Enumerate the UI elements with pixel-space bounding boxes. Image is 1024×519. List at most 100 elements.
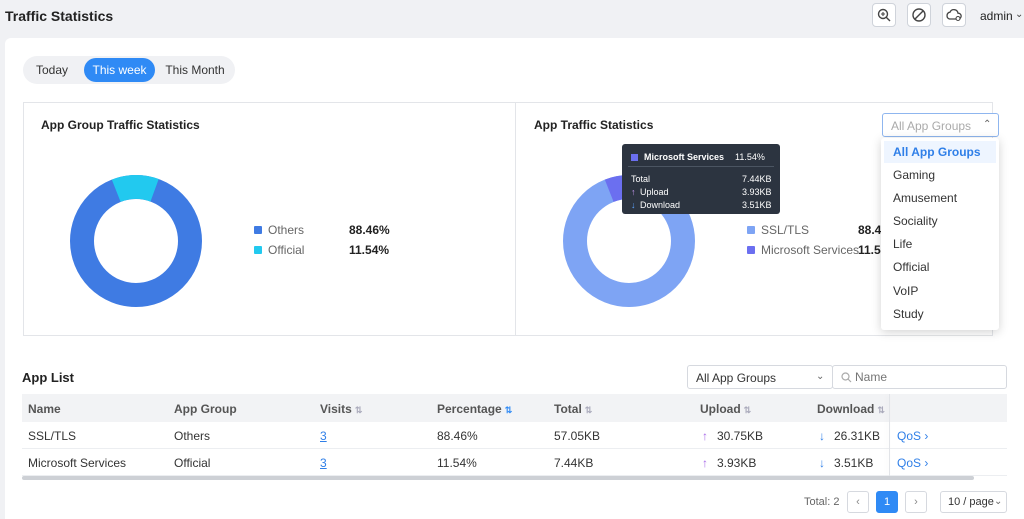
column-header-total[interactable]: Total ⇅ — [554, 402, 592, 416]
legend-value: 11.54% — [858, 243, 882, 257]
dropdown-option-all[interactable]: All App Groups — [884, 141, 996, 163]
select-value: 10 / page — [948, 496, 994, 508]
legend-value: 11.54% — [349, 243, 390, 257]
chevron-right-icon: › — [924, 429, 929, 443]
download-arrow-icon: ↓ — [631, 200, 636, 210]
donut-slice-others[interactable] — [70, 175, 202, 307]
column-header: Name — [28, 402, 61, 416]
app-list-title: App List — [22, 370, 74, 385]
qos-label: QoS — [897, 429, 922, 443]
cell-visits: 3 — [320, 456, 327, 470]
table-row: Microsoft Services Official 3 11.54% 7.4… — [22, 449, 1007, 476]
page-button[interactable]: 1 — [876, 491, 898, 513]
visits-link[interactable]: 3 — [320, 429, 327, 443]
legend-label: Others — [268, 223, 305, 237]
tooltip-separator — [628, 166, 774, 167]
cell-percentage: 88.46% — [437, 429, 478, 443]
cell-total: 57.05KB — [554, 429, 601, 443]
app-list-table: Name App Group Visits ⇅ Percentage ⇅ Total… — [22, 394, 1007, 476]
cell-percentage: 11.54% — [437, 456, 477, 470]
legend-swatch — [254, 226, 262, 234]
qos-link[interactable]: QoS › — [897, 456, 928, 470]
page-size-select[interactable]: 10 / page ⌄ — [940, 491, 1007, 513]
legend-swatch — [254, 246, 262, 254]
column-header-visits[interactable]: Visits ⇅ — [320, 402, 362, 416]
tooltip-percent: 11.54% — [735, 152, 765, 162]
legend-label: Official — [268, 243, 305, 257]
download-arrow-icon: ↓ — [819, 429, 825, 443]
tooltip-value: 3.51KB — [742, 200, 772, 210]
panel-divider — [515, 103, 516, 335]
dropdown-option[interactable]: Official — [884, 256, 996, 278]
dropdown-option[interactable]: Gaming — [884, 164, 996, 186]
column-header-label: Total — [554, 402, 582, 416]
legend-label: SSL/TLS — [761, 223, 810, 237]
tooltip-label: Upload — [640, 187, 669, 197]
prev-page-button[interactable]: ‹ — [847, 491, 869, 513]
cell-visits: 3 — [320, 429, 327, 443]
legend-swatch — [747, 226, 755, 234]
chevron-up-icon: ⌃ — [983, 119, 992, 130]
cell-download: 3.51KB — [834, 456, 874, 470]
app-chart-title: App Traffic Statistics — [534, 118, 654, 132]
dropdown-option[interactable]: Sociality — [884, 210, 996, 232]
sort-icon[interactable]: ⇅ — [877, 405, 885, 415]
dropdown-option[interactable]: Amusement — [884, 187, 996, 209]
main-content: Today This week This Month App Group Tra… — [5, 38, 1024, 519]
cell-group: Others — [174, 429, 211, 443]
column-header-label: Upload — [700, 402, 741, 416]
chart-panel: App Group Traffic Statistics Others 88.4… — [23, 102, 999, 336]
upload-arrow-icon: ↑ — [702, 456, 708, 470]
cell-upload: 3.93KB — [717, 456, 757, 470]
cell-download: 26.31KB — [834, 429, 881, 443]
search-input[interactable] — [855, 369, 1000, 385]
chart-tooltip: Microsoft Services 11.54% Total 7.44KB ↑… — [622, 144, 780, 214]
tab-this-week[interactable]: This week — [84, 58, 155, 82]
app-group-select[interactable]: All App Groups ⌃ — [882, 113, 999, 137]
sort-icon[interactable]: ⇅ — [744, 405, 752, 415]
app-list-group-select[interactable]: All App Groups ⌄ — [687, 365, 833, 389]
next-page-button[interactable]: › — [905, 491, 927, 513]
group-donut-chart[interactable] — [69, 174, 203, 308]
dropdown-option[interactable]: Life — [884, 233, 996, 255]
sort-icon[interactable]: ⇅ — [505, 405, 513, 415]
chevron-right-icon: › — [924, 456, 929, 470]
cell-name: Microsoft Services — [28, 456, 127, 470]
sort-icon[interactable]: ⇅ — [355, 405, 363, 415]
column-header-upload[interactable]: Upload ⇅ — [700, 402, 751, 416]
user-menu[interactable]: admin — [980, 9, 1013, 23]
fixed-column-divider — [889, 394, 890, 476]
visits-link[interactable]: 3 — [320, 456, 327, 470]
tooltip-name: Microsoft Services — [644, 152, 725, 162]
horizontal-scrollbar[interactable] — [22, 476, 974, 480]
column-header-label: Percentage — [437, 402, 502, 416]
block-icon[interactable] — [907, 3, 931, 27]
legend-swatch — [747, 246, 755, 254]
cloud-settings-icon[interactable] — [942, 3, 966, 27]
tab-this-month[interactable]: This Month — [160, 58, 230, 82]
column-header-label: Visits — [320, 402, 352, 416]
column-header-percentage[interactable]: Percentage ⇅ — [437, 402, 512, 416]
app-group-dropdown: All App Groups Gaming Amusement Socialit… — [881, 138, 999, 330]
qos-label: QoS — [897, 456, 922, 470]
sort-icon[interactable]: ⇅ — [585, 405, 593, 415]
select-placeholder: All App Groups — [891, 119, 972, 133]
tooltip-value: 3.93KB — [742, 187, 772, 197]
dropdown-option[interactable]: VoIP — [884, 280, 996, 302]
chevron-down-icon[interactable]: ⌄ — [1015, 9, 1023, 20]
tooltip-label: Download — [640, 200, 681, 210]
tooltip-swatch — [631, 154, 638, 161]
upload-arrow-icon: ↑ — [631, 187, 636, 197]
top-bar: Traffic Statistics admin ⌄ — [0, 0, 1024, 38]
dropdown-option[interactable]: Study — [884, 303, 996, 325]
qos-link[interactable]: QoS › — [897, 429, 928, 443]
legend-value: 88.46% — [349, 223, 390, 237]
tab-today[interactable]: Today — [27, 58, 77, 82]
tooltip-label: Total — [631, 174, 651, 184]
select-value: All App Groups — [696, 371, 777, 385]
cell-name: SSL/TLS — [28, 429, 77, 443]
cell-group: Official — [174, 456, 211, 470]
column-header-download[interactable]: Download ⇅ — [817, 402, 885, 416]
search-zoom-icon[interactable] — [872, 3, 896, 27]
name-search-field[interactable] — [832, 365, 1007, 389]
